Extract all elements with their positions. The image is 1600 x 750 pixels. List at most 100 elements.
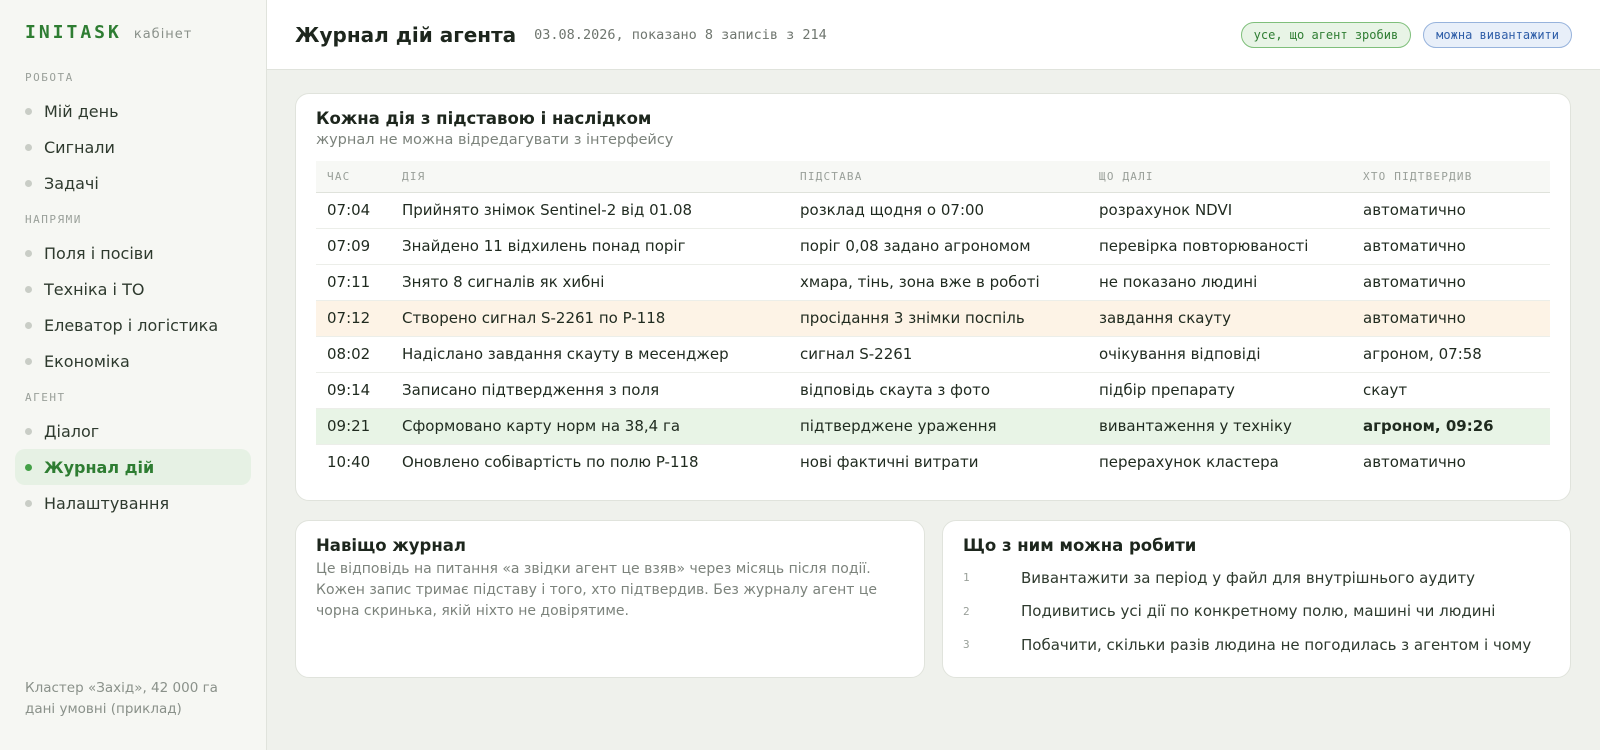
why-line: Це відповідь на питання «а звідки агент … — [316, 561, 871, 577]
section-label-work: РОБОТА — [25, 71, 74, 84]
sidebar-item-tasks[interactable]: Задачі — [15, 165, 251, 201]
cell-confirmed-by: агроном, 07:58 — [1352, 336, 1550, 373]
cell-action: Записано підтвердження з поля — [391, 372, 789, 409]
list-item-text: Подивитись усі дії по конкретному полю, … — [1021, 602, 1496, 621]
cell-next: вивантаження у техніку — [1088, 408, 1352, 445]
badge-exportable[interactable]: можна вивантажити — [1423, 21, 1572, 48]
action-log-card: Кожна дія з підставою і наслідком журнал… — [295, 93, 1571, 501]
sidebar-item-label: Задачі — [44, 173, 99, 193]
brand-logo: INITASK — [25, 22, 122, 43]
sidebar-item-signals[interactable]: Сигнали — [15, 129, 251, 165]
bullet-icon — [25, 357, 32, 365]
cell-time: 07:12 — [316, 300, 391, 337]
cell-time: 10:40 — [327, 453, 371, 472]
cell-basis: хмара, тінь, зона вже в роботі — [789, 264, 1088, 301]
sidebar-item-my-day[interactable]: Мій день — [15, 93, 251, 129]
sidebar-item-label: Мій день — [44, 101, 119, 121]
cell-next: завдання скауту — [1088, 300, 1352, 337]
cell-basis: нові фактичні витрати — [800, 453, 979, 472]
list-item-text: Вивантажити за період у файл для внутріш… — [1021, 568, 1475, 587]
column-header-action[interactable]: ДІЯ — [391, 161, 789, 193]
table-row[interactable]: 07:04 Прийнято знімок Sentinel-2 від 01.… — [316, 192, 1550, 229]
cell-basis: просідання 3 знімки поспіль — [789, 300, 1088, 337]
cell-next: не показано людині — [1088, 264, 1352, 301]
page-title: Журнал дій агента — [295, 22, 517, 47]
sidebar-item-action-log[interactable]: Журнал дій — [15, 449, 251, 485]
actions-list: 1 Вивантажити за період у файл для внутр… — [963, 561, 1550, 662]
list-item-number: 3 — [963, 638, 970, 652]
cell-confirmed-by: автоматично — [1352, 228, 1550, 265]
list-item-number: 1 — [963, 571, 970, 585]
bullet-icon — [25, 463, 32, 471]
bullet-icon — [25, 107, 32, 115]
header: Журнал дій агента 03.08.2026, показано 8… — [267, 0, 1600, 70]
bullet-icon — [25, 143, 32, 151]
sidebar-item-machinery[interactable]: Техніка і ТО — [15, 271, 251, 307]
bullet-icon — [25, 427, 32, 435]
section-label-agent: АГЕНТ — [25, 391, 66, 404]
table-row-highlighted-signal[interactable]: 07:12 Створено сигнал S-2261 по P-118 пр… — [316, 300, 1550, 337]
cell-time: 08:02 — [316, 336, 391, 373]
list-item-number: 2 — [963, 604, 970, 618]
list-item[interactable]: 3 Побачити, скільки разів людина не пого… — [963, 628, 1550, 662]
table-row[interactable]: 09:14 Записано підтвердження з поля відп… — [316, 372, 1550, 409]
column-header-next[interactable]: ЩО ДАЛІ — [1088, 161, 1352, 193]
sidebar-footer: Кластер «Захід», 42 000 га дані умовні (… — [25, 678, 218, 720]
table-row[interactable]: 07:09 Знайдено 11 відхилень понад поріг … — [316, 228, 1550, 265]
cell-time: 07:11 — [316, 264, 391, 301]
bullet-icon — [25, 285, 32, 293]
cell-next: перевірка повторюваності — [1088, 228, 1352, 265]
page-meta: 03.08.2026, показано 8 записів з 214 — [534, 26, 827, 43]
cell-confirmed-by: скаут — [1352, 372, 1550, 409]
main-content: Журнал дій агента 03.08.2026, показано 8… — [267, 0, 1600, 750]
what-to-do-card: Що з ним можна робити 1 Вивантажити за п… — [942, 520, 1571, 678]
sidebar-item-elevator[interactable]: Елеватор і логістика — [15, 307, 251, 343]
cell-basis: відповідь скаута з фото — [789, 372, 1088, 409]
cell-confirmed-by: автоматично — [1352, 264, 1550, 301]
column-header-basis[interactable]: ПІДСТАВА — [789, 161, 1088, 193]
cell-basis: поріг 0,08 задано агрономом — [789, 228, 1088, 265]
bullet-icon — [25, 499, 32, 507]
card-title: Що з ним можна робити — [963, 536, 1197, 555]
cell-action: Знято 8 сигналів як хибні — [391, 264, 789, 301]
cell-time: 09:21 — [316, 408, 391, 445]
sidebar-item-fields[interactable]: Поля і посіви — [15, 235, 251, 271]
nav-group-directions: НАПРЯМИ Поля і посіви Техніка і ТО Елева… — [15, 213, 251, 379]
cell-confirmed-by: автоматично — [1363, 453, 1466, 472]
list-item[interactable]: 1 Вивантажити за період у файл для внутр… — [963, 561, 1550, 595]
badge-all-actions[interactable]: усе, що агент зробив — [1240, 21, 1412, 48]
table-row-highlighted-confirmed[interactable]: 09:21 Сформовано карту норм на 38,4 га п… — [316, 408, 1550, 445]
cell-confirmed-by: автоматично — [1352, 192, 1550, 229]
table-row[interactable]: 07:11 Знято 8 сигналів як хибні хмара, т… — [316, 264, 1550, 301]
table-row[interactable]: 10:40 Оновлено собівартість по полю P-11… — [316, 444, 1550, 480]
sidebar-item-dialog[interactable]: Діалог — [15, 413, 251, 449]
cell-basis: підтверджене ураження — [789, 408, 1088, 445]
list-item-text: Побачити, скільки разів людина не погоди… — [1021, 635, 1532, 654]
section-label-directions: НАПРЯМИ — [25, 213, 82, 226]
sidebar-item-label: Діалог — [44, 421, 100, 441]
sidebar-item-label: Техніка і ТО — [44, 279, 145, 299]
column-header-time[interactable]: ЧАС — [316, 161, 391, 193]
sidebar-item-settings[interactable]: Налаштування — [15, 485, 251, 521]
list-item[interactable]: 2 Подивитись усі дії по конкретному полю… — [963, 595, 1550, 629]
cell-action: Прийнято знімок Sentinel-2 від 01.08 — [391, 192, 789, 229]
nav-group-work: РОБОТА Мій день Сигнали Задачі — [15, 71, 251, 201]
column-header-confirmed-by[interactable]: ХТО ПІДТВЕРДИВ — [1352, 161, 1550, 193]
cell-action: Знайдено 11 відхилень понад поріг — [391, 228, 789, 265]
sidebar-item-label: Налаштування — [44, 493, 170, 513]
brand[interactable]: INITASK кабінет — [15, 22, 251, 43]
cell-next: підбір препарату — [1088, 372, 1352, 409]
sidebar-item-label: Поля і посіви — [44, 243, 154, 263]
cell-time: 09:14 — [316, 372, 391, 409]
cell-action: Надіслано завдання скауту в месенджер — [391, 336, 789, 373]
cell-basis: сигнал S-2261 — [789, 336, 1088, 373]
cell-time: 07:04 — [316, 192, 391, 229]
sidebar-item-label: Журнал дій — [44, 457, 155, 477]
nav-group-agent: АГЕНТ Діалог Журнал дій Налаштування — [15, 391, 251, 521]
bullet-icon — [25, 321, 32, 329]
cell-basis: розклад щодня о 07:00 — [789, 192, 1088, 229]
cluster-info: Кластер «Захід», 42 000 га — [25, 680, 218, 696]
cell-confirmed-by: автоматично — [1352, 300, 1550, 337]
sidebar-item-economics[interactable]: Економіка — [15, 343, 251, 379]
table-row[interactable]: 08:02 Надіслано завдання скауту в месенд… — [316, 336, 1550, 373]
